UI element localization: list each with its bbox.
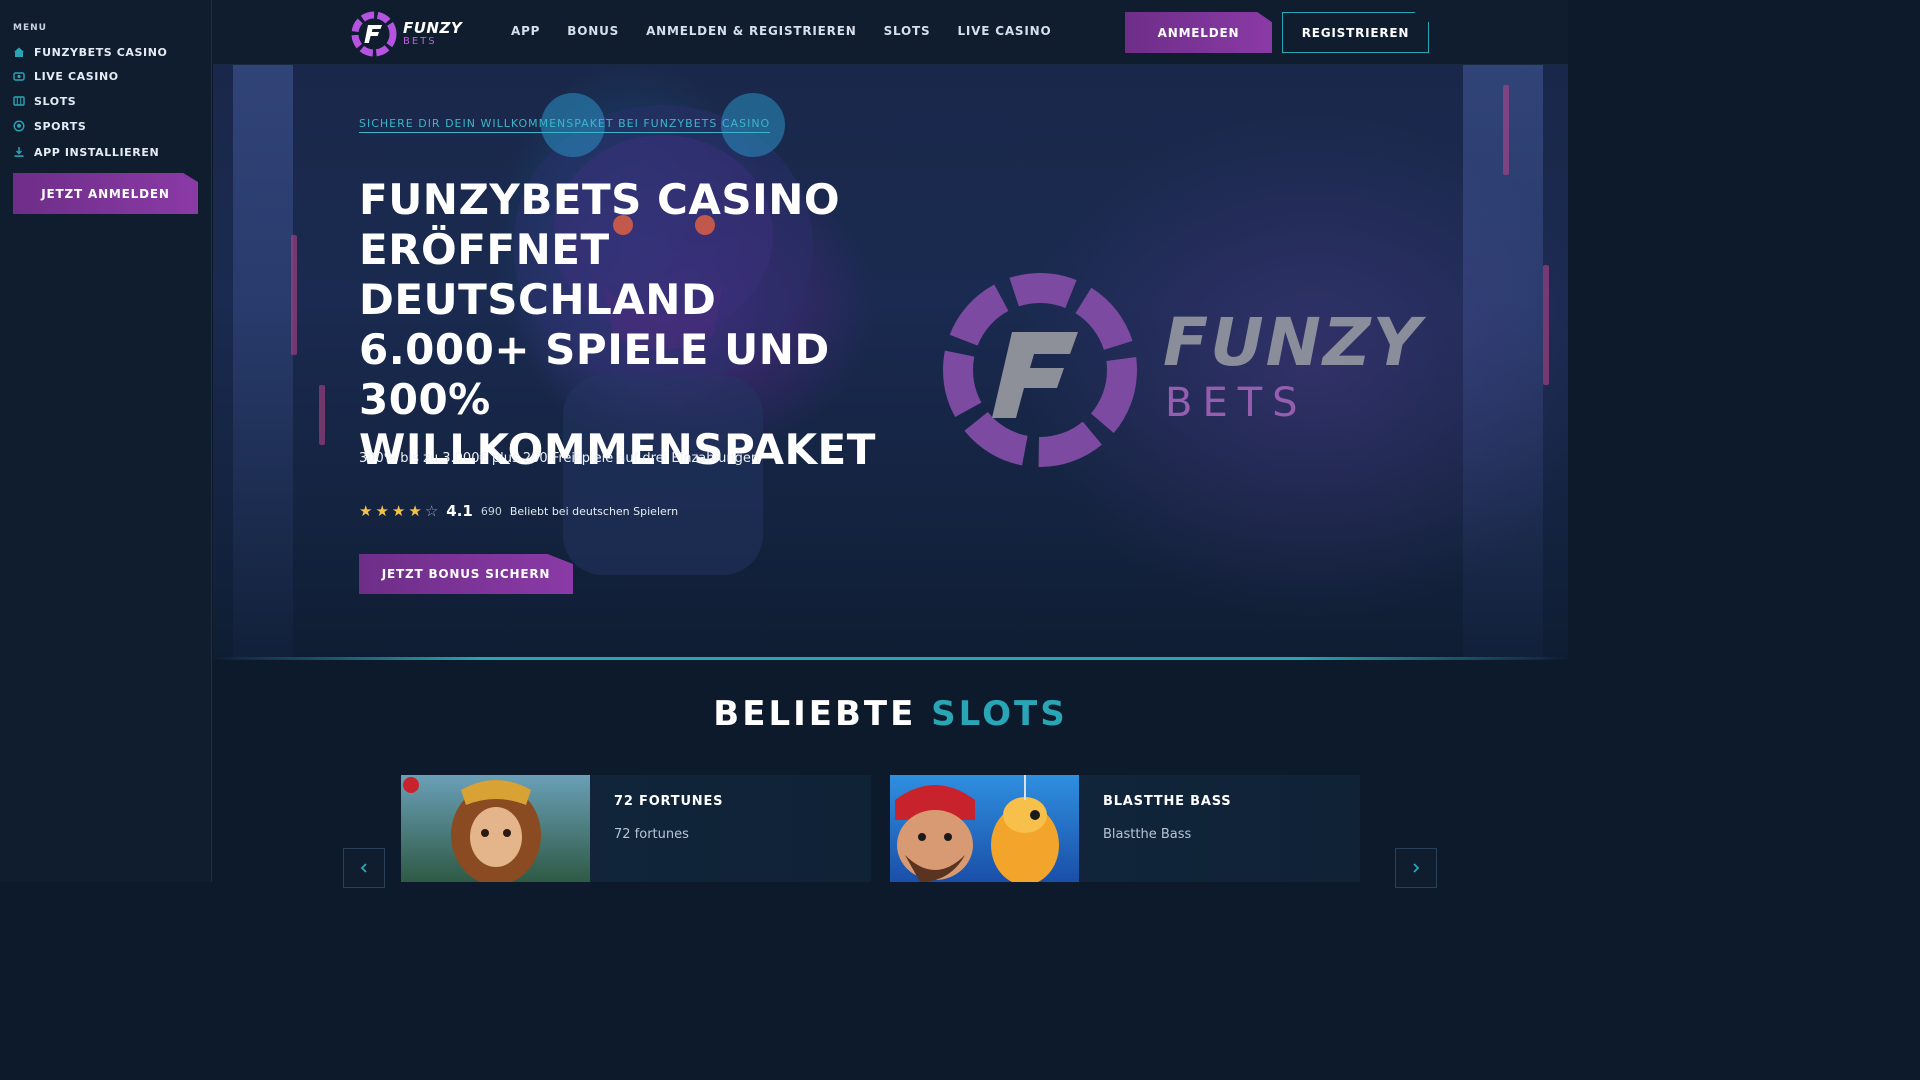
sidebar-item-sports[interactable]: SPORTS <box>13 116 86 136</box>
sidebar-login-button[interactable]: JETZT ANMELDEN <box>13 173 198 214</box>
slot-card[interactable]: BLASTTHE BASS Blastthe Bass <box>890 775 1360 882</box>
star-filled-icon: ★ <box>408 502 422 520</box>
star-empty-icon: ☆ <box>424 502 439 520</box>
logo-chip-icon <box>351 11 397 57</box>
hero-title: FUNZYBETS CASINO ERÖFFNET DEUTSCHLAND 6.… <box>359 175 876 474</box>
slot-thumbnail-blast-the-bass <box>890 775 1079 882</box>
slot-card[interactable]: 72 FORTUNES 72 fortunes <box>401 775 871 882</box>
top-header: FUNZY BETS APP BONUS ANMELDEN & REGISTRI… <box>213 0 1568 65</box>
hero-description: 300% bis zu 3.000€ plus 200 Freispiele a… <box>359 451 760 466</box>
rating: ★ ★ ★ ★ ☆ 4.1 690 Beliebt bei deutschen … <box>359 502 678 520</box>
sidebar-item-label: FUNZYBETS CASINO <box>34 45 168 59</box>
nav-anmelden-registrieren[interactable]: ANMELDEN & REGISTRIEREN <box>646 24 857 38</box>
sidebar-item-live-casino[interactable]: LIVE CASINO <box>13 66 119 86</box>
slot-thumbnail-72-fortunes <box>401 775 590 882</box>
sidebar-item-label: APP INSTALLIEREN <box>34 145 160 159</box>
slot-subtitle: Blastthe Bass <box>1103 827 1192 842</box>
chevron-left-icon <box>360 863 367 873</box>
bg-pillar <box>233 65 293 659</box>
neon-bar <box>1503 85 1509 175</box>
sidebar-item-app-installieren[interactable]: APP INSTALLIEREN <box>13 142 159 162</box>
brand-wordmark: FUNZY <box>1163 304 1423 381</box>
carousel-next-button[interactable] <box>1395 848 1437 888</box>
sidebar-item-label: SPORTS <box>34 119 87 133</box>
carousel-prev-button[interactable] <box>343 848 385 888</box>
brand-wordmark-sub: BETS <box>1165 380 1308 426</box>
logo-line2: BETS <box>403 36 437 47</box>
sports-icon <box>13 120 25 132</box>
sidebar: MENU FUNZYBETS CASINO LIVE CASINO SLOTS … <box>0 0 212 882</box>
nav-bonus[interactable]: BONUS <box>567 24 619 38</box>
section-title-part2: SLOTS <box>931 694 1068 734</box>
rating-value: 4.1 <box>446 502 473 520</box>
hero-kicker-link[interactable]: SICHERE DIR DEIN WILLKOMMENSPAKET BEI FU… <box>359 117 771 133</box>
section-title-part1: BELIEBTE <box>713 694 917 734</box>
rating-stars: ★ ★ ★ ★ ☆ <box>359 502 438 520</box>
hero-divider <box>213 657 1568 660</box>
main-nav: APP BONUS ANMELDEN & REGISTRIEREN SLOTS … <box>511 24 1051 38</box>
menu-title: MENU <box>13 23 47 33</box>
slots-icon <box>13 95 25 107</box>
sidebar-item-label: SLOTS <box>34 94 77 108</box>
sidebar-item-label: LIVE CASINO <box>34 69 119 83</box>
neon-bar <box>319 385 325 445</box>
hero-banner: SICHERE DIR DEIN WILLKOMMENSPAKET BEI FU… <box>213 65 1568 659</box>
star-filled-icon: ★ <box>375 502 389 520</box>
brand-chip-logo <box>943 273 1137 467</box>
chevron-right-icon <box>1413 863 1420 873</box>
bonus-cta-button[interactable]: JETZT BONUS SICHERN <box>359 554 573 594</box>
slots-section-title: BELIEBTE SLOTS <box>213 694 1568 734</box>
nav-app[interactable]: APP <box>511 24 540 38</box>
slot-subtitle: 72 fortunes <box>614 827 689 842</box>
slot-title: BLASTTHE BASS <box>1103 794 1232 809</box>
home-icon <box>13 46 25 58</box>
logo-wordmark: FUNZY BETS <box>403 21 462 47</box>
neon-bar <box>1543 265 1549 385</box>
slot-title: 72 FORTUNES <box>614 794 724 809</box>
download-icon <box>13 146 25 158</box>
rating-label: Beliebt bei deutschen Spielern <box>509 504 679 518</box>
funzybets-logo[interactable]: FUNZY BETS <box>351 10 477 58</box>
register-button[interactable]: REGISTRIEREN <box>1282 12 1429 53</box>
sidebar-item-funzybets-casino[interactable]: FUNZYBETS CASINO <box>13 42 168 62</box>
neon-bar <box>291 235 297 355</box>
rating-count: 690 <box>480 504 502 518</box>
live-casino-icon <box>13 70 25 82</box>
nav-slots[interactable]: SLOTS <box>884 24 931 38</box>
star-filled-icon: ★ <box>391 502 406 520</box>
star-filled-icon: ★ <box>359 502 373 520</box>
login-button[interactable]: ANMELDEN <box>1125 12 1272 53</box>
logo-line1: FUNZY <box>403 19 463 37</box>
sidebar-item-slots[interactable]: SLOTS <box>13 91 76 111</box>
nav-live-casino[interactable]: LIVE CASINO <box>957 24 1051 38</box>
